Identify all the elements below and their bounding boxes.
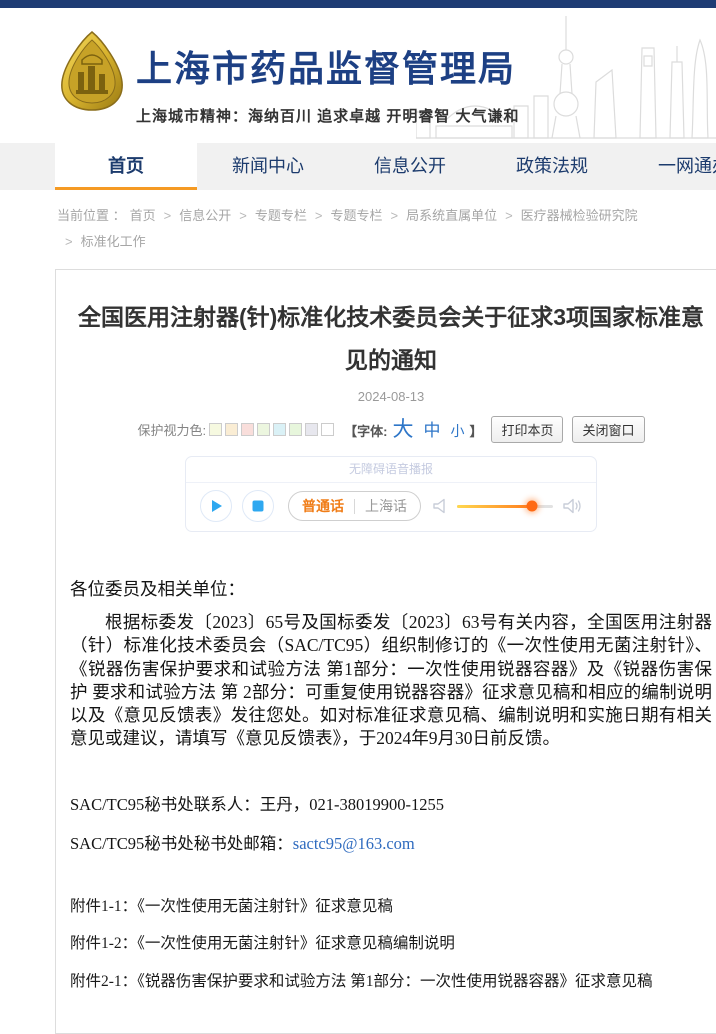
breadcrumb-link[interactable]: 专题专栏 bbox=[330, 208, 382, 223]
font-label-close: 】 bbox=[469, 421, 482, 440]
top-accent-bar bbox=[0, 0, 716, 8]
font-size-option[interactable]: 小 bbox=[450, 424, 464, 438]
eye-protect-color-swatch[interactable] bbox=[209, 423, 222, 436]
breadcrumb-link[interactable]: 专题专栏 bbox=[255, 208, 307, 223]
attachment-link[interactable]: 附件1-2：《一次性使用无菌注射针》征求意见稿编制说明 bbox=[70, 933, 712, 955]
article-date: 2024-08-13 bbox=[66, 389, 716, 404]
site-motto: 上海城市精神：海纳百川 追求卓越 开明睿智 大气谦和 bbox=[136, 105, 520, 126]
close-window-button[interactable]: 关闭窗口 bbox=[572, 416, 644, 443]
volume-slider[interactable] bbox=[457, 505, 553, 508]
breadcrumb-link[interactable]: 首页 bbox=[130, 208, 156, 223]
font-label-open: 【字体: bbox=[344, 421, 387, 440]
eye-protect-color-swatch[interactable] bbox=[241, 423, 254, 436]
eye-protect-color-swatch[interactable] bbox=[321, 423, 334, 436]
eye-protect-label: 保护视力色: bbox=[137, 420, 206, 439]
eye-protect-color-swatch[interactable] bbox=[257, 423, 270, 436]
nav-tab[interactable]: 新闻中心 bbox=[197, 143, 339, 190]
font-size-option[interactable]: 大 bbox=[392, 419, 413, 440]
breadcrumb: 当前位置 ： > 首页 > 信息公开 > 专题专栏 > 专题专栏 > 局系统直属单位 > 医疗器械检验研… bbox=[57, 203, 697, 255]
breadcrumb-link[interactable]: 信息公开 bbox=[179, 208, 231, 223]
eye-protect-color-swatch[interactable] bbox=[225, 423, 238, 436]
email-link[interactable]: sactc95@163.com bbox=[293, 834, 415, 853]
accessibility-audio-player: 无障碍语音播报 普通话 上海话 bbox=[185, 456, 597, 532]
volume-handle[interactable] bbox=[526, 501, 537, 512]
eye-protect-color-swatch[interactable] bbox=[289, 423, 302, 436]
attachment-link[interactable]: 附件1-1：《一次性使用无菌注射针》征求意见稿 bbox=[70, 896, 712, 918]
play-icon bbox=[210, 499, 223, 513]
breadcrumb-separator: > bbox=[315, 208, 323, 223]
breadcrumb-link[interactable]: 医疗器械检验研究院 bbox=[521, 208, 638, 223]
attachment-link[interactable]: 附件2-1：《锐器伤害保护要求和试验方法 第1部分：一次性使用锐器容器》征求意见… bbox=[70, 971, 712, 993]
stop-icon bbox=[252, 500, 264, 512]
page-toolbar: 保护视力色: 【字体: 大中小 】 打印本页 关闭窗口 bbox=[66, 416, 716, 443]
stop-button[interactable] bbox=[242, 490, 274, 522]
contact-email-label: SAC/TC95秘书处秘书处邮箱： bbox=[70, 834, 293, 853]
breadcrumb-link[interactable]: 标准化工作 bbox=[81, 234, 146, 249]
nav-tab[interactable]: 一网通办 bbox=[623, 143, 716, 190]
main-navigation: 首页 新闻中心 信息公开 政策法规 一网通办 bbox=[0, 143, 716, 190]
eye-protect-color-swatch[interactable] bbox=[273, 423, 286, 436]
nav-tab[interactable]: 首页 bbox=[55, 143, 197, 190]
speaker-high-icon bbox=[563, 498, 582, 514]
eye-protect-color-swatch[interactable] bbox=[305, 423, 318, 436]
breadcrumb-label: 当前位置 ： bbox=[57, 208, 126, 223]
breadcrumb-separator: > bbox=[239, 208, 247, 223]
article-title: 全国医用注射器(针)标准化技术委员会关于征求3项国家标准意见的通知 bbox=[66, 296, 716, 381]
volume-control bbox=[433, 498, 582, 514]
site-title: 上海市药品监督管理局 bbox=[136, 40, 520, 92]
play-button[interactable] bbox=[200, 490, 232, 522]
contact-person-line: SAC/TC95秘书处联系人：王丹，021-38019900-1255 bbox=[70, 791, 712, 815]
language-tab[interactable]: 上海话 bbox=[365, 496, 407, 516]
article-paragraph: 根据标委发〔2023〕65号及国标委发〔2023〕63号有关内容，全国医用注射器… bbox=[70, 611, 712, 751]
salutation: 各位委员及相关单位： bbox=[70, 576, 712, 601]
nav-tab[interactable]: 政策法规 bbox=[481, 143, 623, 190]
language-switcher: 普通话 上海话 bbox=[288, 491, 421, 521]
article-body: 各位委员及相关单位： 根据标委发〔2023〕65号及国标委发〔2023〕63号有… bbox=[70, 576, 712, 993]
volume-fill bbox=[457, 505, 532, 508]
article-card: 全国医用注射器(针)标准化技术委员会关于征求3项国家标准意见的通知 2024-0… bbox=[55, 269, 716, 1034]
speaker-low-icon bbox=[433, 498, 447, 514]
attachments-list: 附件1-1：《一次性使用无菌注射针》征求意见稿附件1-2：《一次性使用无菌注射针… bbox=[70, 896, 712, 993]
nav-tab[interactable]: 信息公开 bbox=[339, 143, 481, 190]
print-page-button[interactable]: 打印本页 bbox=[491, 416, 563, 443]
contact-email-line: SAC/TC95秘书处秘书处邮箱：sactc95@163.com bbox=[70, 830, 712, 854]
font-size-option[interactable]: 中 bbox=[423, 422, 440, 439]
breadcrumb-separator: > bbox=[505, 208, 513, 223]
breadcrumb-separator: > bbox=[390, 208, 398, 223]
language-tab[interactable]: 普通话 bbox=[302, 496, 344, 516]
site-header: 上海市药品监督管理局 上海城市精神：海纳百川 追求卓越 开明睿智 大气谦和 bbox=[0, 8, 716, 143]
breadcrumb-separator: > bbox=[164, 208, 172, 223]
audio-player-title: 无障碍语音播报 bbox=[186, 457, 596, 483]
agency-emblem-logo bbox=[58, 30, 126, 112]
language-divider bbox=[354, 499, 355, 514]
breadcrumb-link[interactable]: 局系统直属单位 bbox=[406, 208, 497, 223]
breadcrumb-separator: > bbox=[65, 234, 73, 249]
